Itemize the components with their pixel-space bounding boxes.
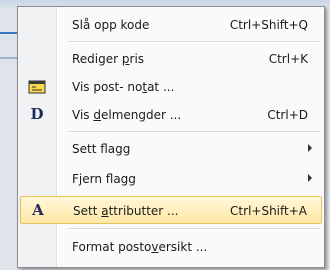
menu-separator (68, 131, 320, 133)
menu-item-shortcut: Ctrl+K (268, 52, 308, 66)
menu-item-label: Sett attributter ... (73, 204, 179, 218)
background-accent-line (0, 32, 18, 34)
background-divider-line (0, 57, 18, 59)
menu-item-format-post-overview[interactable]: Format postoversikt ... (20, 233, 322, 261)
menu-item-label: Rediger pris (72, 52, 145, 66)
menu-item-label: Fjern flagg (72, 172, 136, 186)
menu-item-label: Vis post- notat ... (72, 80, 175, 94)
menu-item-set-attributes[interactable]: A Sett attributter ... Ctrl+Shift+A (20, 196, 322, 224)
menu-item-shortcut: Ctrl+D (267, 108, 308, 122)
subsets-icon: D (30, 105, 44, 123)
menu-item-edit-price[interactable]: Rediger pris Ctrl+K (20, 45, 322, 73)
note-icon (28, 80, 46, 94)
menu-item-lookup-code[interactable]: Slå opp kode Ctrl+Shift+Q (20, 11, 322, 39)
menu-item-label: Format postoversikt ... (72, 240, 208, 254)
menu-item-label: Slå opp kode (72, 18, 150, 32)
submenu-arrow-icon (308, 174, 312, 182)
menu-item-shortcut: Ctrl+Shift+A (230, 204, 307, 218)
menu-item-set-flag[interactable]: Sett flagg (20, 135, 322, 163)
menu-item-label: Vis delmengder ... (72, 108, 182, 122)
submenu-arrow-icon (308, 144, 312, 152)
menu-separator (68, 41, 320, 43)
menu-item-shortcut: Ctrl+Shift+Q (229, 18, 308, 32)
menu-item-remove-flag[interactable]: Fjern flagg (20, 165, 322, 193)
menu-item-label: Sett flagg (72, 142, 131, 156)
attributes-icon: A (32, 201, 44, 219)
menu-item-view-post-note[interactable]: Vis post- notat ... (20, 73, 322, 101)
menu-separator (68, 228, 320, 230)
context-menu: Slå opp kode Ctrl+Shift+Q Rediger pris C… (17, 6, 325, 268)
menu-item-view-subsets[interactable]: D Vis delmengder ... Ctrl+D (20, 101, 322, 129)
